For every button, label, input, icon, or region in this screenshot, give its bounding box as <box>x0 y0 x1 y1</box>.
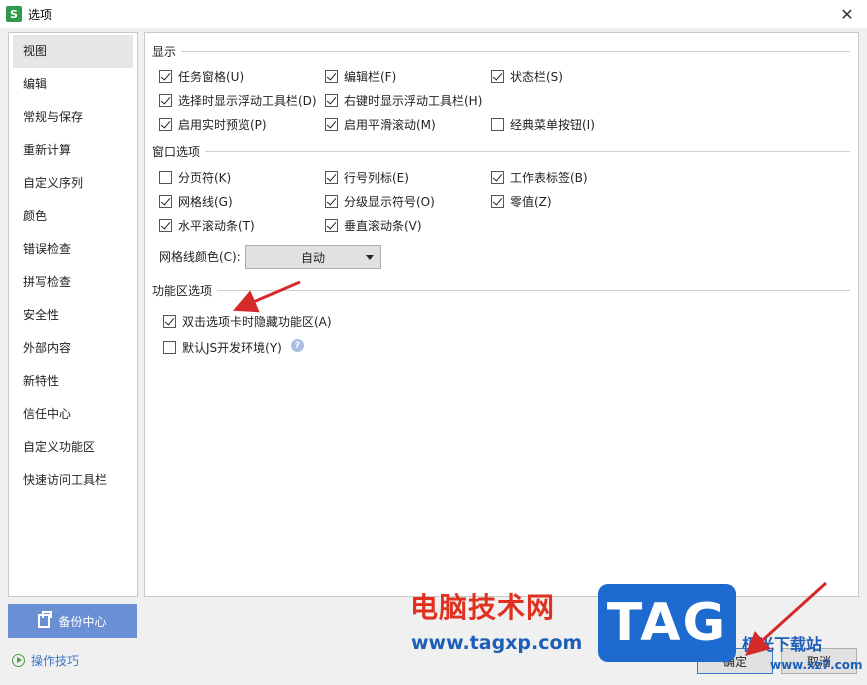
checkbox-box <box>159 171 172 184</box>
checkbox-box <box>163 315 176 328</box>
checkbox-box <box>325 171 338 184</box>
checkbox-task-pane[interactable]: 任务窗格(U) <box>159 68 244 85</box>
checkbox-sheet-tabs[interactable]: 工作表标签(B) <box>491 169 588 186</box>
checkbox-box <box>159 195 172 208</box>
help-icon[interactable]: ? <box>291 339 304 352</box>
content-panel: 显示 任务窗格(U) 编辑栏(F) 状态栏(S) 选择时显示浮动工具栏(D) 右… <box>144 32 859 597</box>
checkbox-box <box>325 195 338 208</box>
title-bar: S 选项 ✕ <box>0 0 867 28</box>
tips-label: 操作技巧 <box>31 654 80 668</box>
watermark-site-url: www.tagxp.com <box>411 632 583 654</box>
checkbox-live-preview[interactable]: 启用实时预览(P) <box>159 116 267 133</box>
checkbox-box <box>325 94 338 107</box>
sidebar-item-general-save[interactable]: 常规与保存 <box>9 101 137 134</box>
sidebar-item-external-content[interactable]: 外部内容 <box>9 332 137 365</box>
checkbox-v-scrollbar[interactable]: 垂直滚动条(V) <box>325 217 422 234</box>
sidebar-item-error-check[interactable]: 错误检查 <box>9 233 137 266</box>
section-title-window-options: 窗口选项 <box>152 143 205 160</box>
grid-color-label: 网格线颜色(C): <box>159 250 241 264</box>
checkbox-double-click-hide-ribbon[interactable]: 双击选项卡时隐藏功能区(A) <box>163 313 332 330</box>
section-divider <box>205 151 850 152</box>
checkbox-box <box>491 195 504 208</box>
sidebar-item-quick-access[interactable]: 快速访问工具栏 <box>9 464 137 497</box>
sidebar-item-trust-center[interactable]: 信任中心 <box>9 398 137 431</box>
checkbox-zero-values[interactable]: 零值(Z) <box>491 193 552 210</box>
section-title-ribbon-options: 功能区选项 <box>152 282 217 299</box>
sidebar-item-custom-lists[interactable]: 自定义序列 <box>9 167 137 200</box>
close-icon[interactable]: ✕ <box>837 4 857 24</box>
checkbox-box <box>325 219 338 232</box>
sidebar-item-edit[interactable]: 编辑 <box>9 68 137 101</box>
checkbox-float-toolbar-rightclick[interactable]: 右键时显示浮动工具栏(H) <box>325 92 482 109</box>
section-divider <box>181 51 850 52</box>
checkbox-box <box>325 70 338 83</box>
tips-link[interactable]: 操作技巧 <box>12 652 79 669</box>
sidebar-item-spell-check[interactable]: 拼写检查 <box>9 266 137 299</box>
checkbox-box <box>159 118 172 131</box>
checkbox-status-bar[interactable]: 状态栏(S) <box>491 68 563 85</box>
checkbox-box <box>159 219 172 232</box>
sidebar-item-customize-ribbon[interactable]: 自定义功能区 <box>9 431 137 464</box>
checkbox-row-col-headers[interactable]: 行号列标(E) <box>325 169 409 186</box>
checkbox-box <box>491 118 504 131</box>
section-title-display: 显示 <box>152 43 181 60</box>
dropdown-arrow-icon <box>366 255 374 260</box>
sidebar-item-recalculate[interactable]: 重新计算 <box>9 134 137 167</box>
checkbox-float-toolbar-select[interactable]: 选择时显示浮动工具栏(D) <box>159 92 317 109</box>
section-divider <box>217 290 850 291</box>
checkbox-box <box>159 70 172 83</box>
checkbox-box <box>325 118 338 131</box>
sidebar-item-security[interactable]: 安全性 <box>9 299 137 332</box>
checkbox-formula-bar[interactable]: 编辑栏(F) <box>325 68 396 85</box>
checkbox-box <box>159 94 172 107</box>
checkbox-box <box>491 70 504 83</box>
grid-color-value: 自动 <box>300 250 325 265</box>
watermark-site-name: 电脑技术网 <box>410 591 556 624</box>
checkbox-box <box>163 341 176 354</box>
play-circle-icon <box>12 654 25 667</box>
app-icon: S <box>6 6 22 22</box>
checkbox-classic-menu[interactable]: 经典菜单按钮(I) <box>491 116 595 133</box>
sidebar-item-new-features[interactable]: 新特性 <box>9 365 137 398</box>
checkbox-page-break[interactable]: 分页符(K) <box>159 169 231 186</box>
checkbox-default-js-env[interactable]: 默认JS开发环境(Y) <box>163 339 282 356</box>
checkbox-h-scrollbar[interactable]: 水平滚动条(T) <box>159 217 255 234</box>
sidebar-item-color[interactable]: 颜色 <box>9 200 137 233</box>
checkbox-box <box>491 171 504 184</box>
sidebar-item-view[interactable]: 视图 <box>13 35 133 68</box>
checkbox-outline-symbols[interactable]: 分级显示符号(O) <box>325 193 435 210</box>
window-title: 选项 <box>28 7 53 22</box>
sidebar: 视图 编辑 常规与保存 重新计算 自定义序列 颜色 错误检查 拼写检查 安全性 … <box>8 32 138 597</box>
backup-center-button[interactable]: 备份中心 <box>8 604 137 638</box>
backup-icon <box>38 611 53 628</box>
checkbox-smooth-scroll[interactable]: 启用平滑滚动(M) <box>325 116 436 133</box>
tag-logo: TAG <box>598 584 736 662</box>
grid-color-select[interactable]: 自动 <box>245 245 381 269</box>
checkbox-gridlines[interactable]: 网格线(G) <box>159 193 233 210</box>
backup-center-label: 备份中心 <box>58 614 107 629</box>
watermark-site2-name: 极光下载站 <box>742 635 823 654</box>
watermark-site2-url: www.xz7.com <box>770 658 863 672</box>
